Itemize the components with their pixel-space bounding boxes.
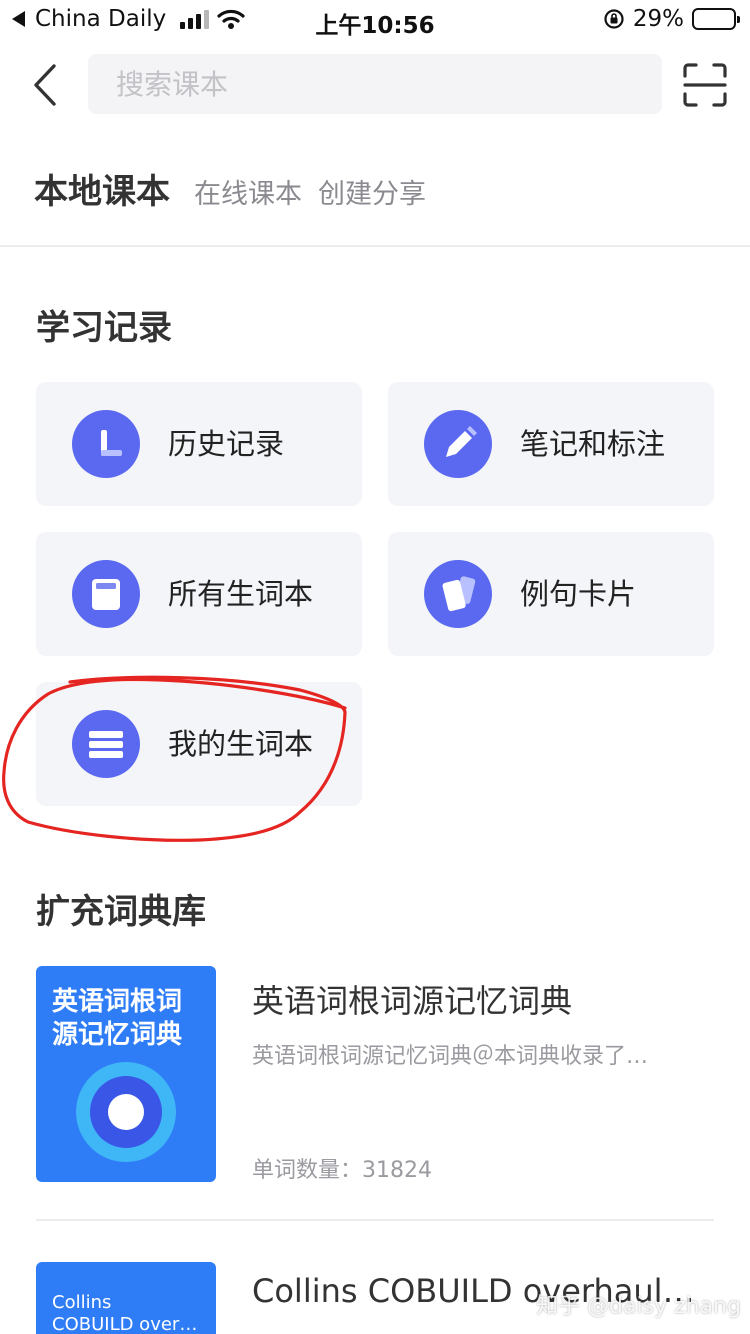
- back-button[interactable]: [28, 62, 64, 108]
- notebook-icon: [72, 560, 140, 628]
- scan-button[interactable]: [682, 62, 728, 108]
- tab-divider: [0, 245, 750, 247]
- list-divider: [36, 1219, 714, 1221]
- dictionary-cover: Collins COBUILD over…: [36, 1262, 216, 1334]
- battery-percent: 29%: [632, 6, 684, 32]
- scan-icon: [683, 63, 727, 107]
- my-wordbook-card[interactable]: 我的生词本: [36, 682, 362, 806]
- dictionary-title: 英语词根词源记忆词典: [252, 982, 573, 1020]
- clock-icon: [72, 410, 140, 478]
- word-count-label: 单词数量：: [252, 1158, 363, 1183]
- status-right: 29%: [603, 6, 740, 32]
- dictionary-cover-title: Collins COBUILD over…: [52, 1292, 202, 1334]
- tab-create-share[interactable]: 创建分享: [318, 172, 426, 211]
- chevron-left-icon: [34, 64, 56, 106]
- list-icon: [72, 710, 140, 778]
- example-cards-label: 例句卡片: [520, 577, 637, 611]
- cover-line-1: Collins: [52, 1292, 112, 1313]
- tab-online-textbooks[interactable]: 在线课本: [194, 172, 302, 211]
- example-cards-card[interactable]: 例句卡片: [388, 532, 714, 656]
- all-wordbooks-card[interactable]: 所有生词本: [36, 532, 362, 656]
- all-wordbooks-label: 所有生词本: [168, 577, 314, 611]
- word-count-value: 31824: [362, 1158, 433, 1183]
- dictionary-cover: 英语词根词源记忆词典: [36, 966, 216, 1182]
- notes-label: 笔记和标注: [520, 427, 666, 461]
- study-section-title: 学习记录: [36, 308, 172, 348]
- dictionary-cover-title: 英语词根词源记忆词典: [52, 987, 183, 1050]
- tab-bar: 本地课本 在线课本 创建分享: [34, 164, 426, 213]
- rotation-lock-icon: [604, 9, 624, 29]
- search-input[interactable]: [88, 54, 662, 114]
- tab-local-textbooks[interactable]: 本地课本: [34, 164, 170, 213]
- watermark: 知乎 @daisy zhang: [536, 1294, 741, 1319]
- search-box[interactable]: [88, 54, 662, 114]
- my-wordbook-label: 我的生词本: [168, 727, 314, 761]
- history-card[interactable]: 历史记录: [36, 382, 362, 506]
- status-bar: China Daily 上午10:56 29%: [0, 0, 750, 40]
- cover-line-2: COBUILD over…: [52, 1314, 198, 1334]
- cards-icon: [424, 560, 492, 628]
- dictionaries-section-title: 扩充词典库: [36, 892, 206, 932]
- battery-icon: [692, 8, 740, 30]
- target-icon: [76, 1062, 176, 1162]
- history-label: 历史记录: [168, 427, 285, 461]
- dictionary-item[interactable]: 英语词根词源记忆词典 英语词根词源记忆词典 英语词根词源记忆词典＠本词典收录了……: [36, 966, 716, 1184]
- notes-card[interactable]: 笔记和标注: [388, 382, 714, 506]
- dictionary-description: 英语词根词源记忆词典＠本词典收录了…: [252, 1044, 649, 1069]
- dictionary-word-count: 单词数量：31824: [252, 1152, 432, 1184]
- pencil-icon: [424, 410, 492, 478]
